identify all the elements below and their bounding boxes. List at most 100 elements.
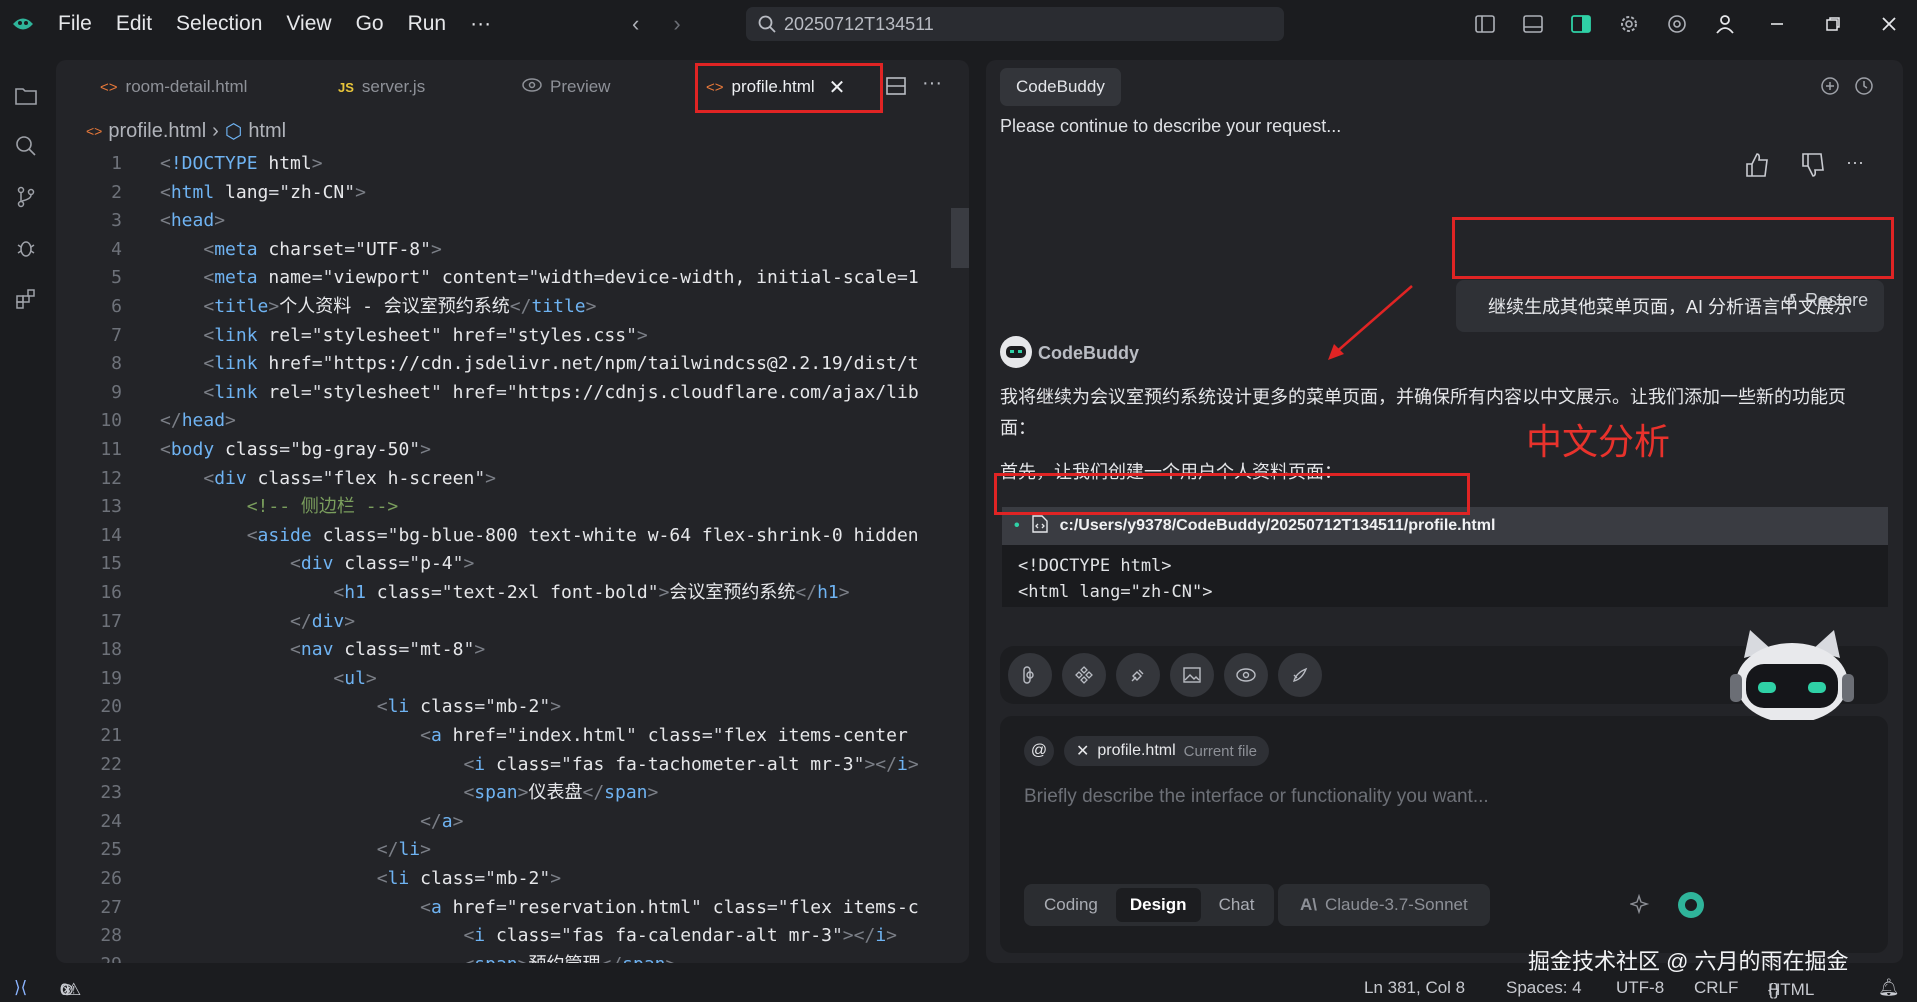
code-line: <a href="index.html" class="flex items-c… [420, 725, 908, 746]
code-line: <link href="https://cdn.jsdelivr.net/npm… [203, 353, 919, 375]
editor-area: <> room-detail.html JS server.js Preview… [56, 60, 969, 963]
language-label: HTML [1768, 980, 1815, 999]
remote-icon[interactable]: ⟩⟨ [14, 978, 27, 998]
line-number: 3 [111, 210, 122, 232]
preview-eye-icon[interactable] [1224, 653, 1268, 697]
new-chat-icon[interactable] [1820, 76, 1840, 99]
search-text: 20250712T134511 [784, 13, 934, 34]
code-line: <i class="fas fa-tachometer-alt mr-3"></… [463, 753, 919, 775]
code-line: <aside class="bg-blue-800 text-white w-6… [246, 524, 919, 546]
code-line: <li class="mb-2"> [376, 868, 562, 889]
tab-label: Preview [550, 77, 611, 96]
model-selector[interactable]: A\ Claude-3.7-Sonnet [1278, 884, 1490, 926]
menu-file[interactable]: File [46, 0, 104, 48]
send-button[interactable] [1678, 892, 1704, 918]
mode-chat[interactable]: Chat [1205, 888, 1269, 922]
line-number: 20 [100, 696, 122, 718]
line-number: 27 [100, 896, 122, 918]
tab-preview[interactable]: Preview [522, 60, 610, 114]
restore-button[interactable]: ↺ Restore [1782, 290, 1868, 311]
toggle-sidebar-icon[interactable] [1461, 14, 1509, 34]
chat-input[interactable]: Briefly describe the interface or functi… [1024, 786, 1489, 808]
menu-view[interactable]: View [274, 0, 343, 48]
code-line: <link rel="stylesheet" href="https://cdn… [203, 381, 919, 403]
search-view-icon[interactable] [15, 135, 37, 160]
menu-edit[interactable]: Edit [104, 0, 164, 48]
code-line: <h1 class="text-2xl font-bold">会议室预约系统</… [333, 582, 850, 603]
line-number: 10 [100, 410, 122, 432]
extensions-icon[interactable] [15, 288, 37, 313]
line-ending[interactable]: CRLF [1694, 978, 1738, 998]
breadcrumb-element[interactable]: html [248, 120, 286, 143]
split-editor-icon[interactable] [886, 76, 906, 99]
code-preview: <!DOCTYPE html> <html lang="zh-CN"> [1002, 545, 1888, 607]
thumbs-down-icon[interactable] [1800, 152, 1826, 181]
tab-server-js[interactable]: JS server.js [338, 60, 425, 114]
editor-scrollbar[interactable] [951, 208, 969, 268]
restore-window-icon[interactable] [1805, 16, 1861, 32]
mode-design[interactable]: Design [1115, 888, 1201, 922]
context-file-name: profile.html [1097, 742, 1176, 759]
encoding[interactable]: UTF-8 [1616, 978, 1664, 998]
tab-label: server.js [361, 77, 426, 96]
codebuddy-tab[interactable]: CodeBuddy [1000, 68, 1121, 106]
chevron-right-icon: › [212, 119, 219, 142]
code-line: <head> [160, 210, 226, 232]
breadcrumb-file[interactable]: profile.html [108, 120, 206, 143]
code-line: <a href="reservation.html" class="flex i… [420, 896, 919, 918]
history-icon[interactable] [1854, 76, 1874, 99]
menu-selection[interactable]: Selection [164, 0, 274, 48]
notifications-bell-icon[interactable]: 🔔︎ [1878, 978, 1900, 998]
line-number: 5 [111, 267, 122, 289]
menu-go[interactable]: Go [344, 0, 396, 48]
html-file-icon: <> [86, 123, 103, 139]
components-icon[interactable] [1062, 653, 1106, 697]
toggle-panel-icon[interactable] [1509, 14, 1557, 34]
explorer-icon[interactable] [15, 86, 37, 109]
bot-name: CodeBuddy [1038, 343, 1139, 363]
plug-icon[interactable] [1116, 653, 1160, 697]
chat-input-area: @ ✕ profile.html Current file Briefly de… [1000, 716, 1888, 953]
deploy-rocket-icon[interactable] [1278, 653, 1322, 697]
context-file-chip[interactable]: ✕ profile.html Current file [1064, 736, 1270, 766]
search-icon [758, 15, 776, 33]
send-icon [1685, 899, 1697, 911]
code-editor[interactable]: 1 <!DOCTYPE html> 2 <html lang="zh-CN"> 3 <he… [56, 148, 969, 963]
command-search[interactable]: 20250712T134511 [746, 7, 1284, 41]
browser-icon[interactable] [1653, 14, 1701, 34]
back-arrow-icon[interactable]: ‹ [632, 11, 639, 37]
remove-context-icon[interactable]: ✕ [1076, 741, 1089, 761]
warning-count: 0 [60, 980, 70, 999]
menu-run[interactable]: Run [396, 0, 459, 48]
close-window-icon[interactable] [1861, 16, 1917, 32]
thumbs-up-icon[interactable] [1744, 152, 1770, 181]
cursor-position[interactable]: Ln 381, Col 8 [1364, 978, 1465, 998]
forward-arrow-icon[interactable]: › [673, 11, 680, 37]
line-number: 12 [100, 467, 122, 489]
file-code-icon [1031, 514, 1048, 538]
account-icon[interactable] [1701, 14, 1749, 34]
menu-more[interactable]: ··· [458, 0, 503, 48]
figma-icon[interactable] [1008, 653, 1052, 697]
restore-label: Restore [1805, 290, 1869, 310]
more-icon[interactable]: ··· [1846, 152, 1864, 173]
mode-coding[interactable]: Coding [1030, 888, 1112, 922]
anthropic-icon: A\ [1300, 895, 1317, 914]
code-line: </div> [290, 610, 356, 632]
code-line: <!DOCTYPE html> [160, 153, 323, 174]
settings-gear-icon[interactable] [1605, 14, 1653, 34]
mention-button[interactable]: @ [1024, 736, 1054, 766]
code-line: <ul> [333, 667, 377, 689]
source-control-icon[interactable] [15, 186, 37, 211]
tab-room-detail[interactable]: <> room-detail.html [100, 60, 247, 114]
more-actions-icon[interactable]: ··· [922, 72, 942, 95]
line-number: 15 [100, 553, 122, 575]
enhance-sparkle-icon[interactable] [1628, 893, 1652, 919]
image-icon[interactable] [1170, 653, 1214, 697]
highlight-active-tab [695, 63, 883, 113]
toggle-secondary-sidebar-icon[interactable] [1557, 14, 1605, 34]
minimize-icon[interactable] [1749, 16, 1805, 32]
debug-icon[interactable] [15, 237, 37, 262]
indentation[interactable]: Spaces: 4 [1506, 978, 1582, 998]
menu-bar: File Edit Selection View Go Run ··· [46, 0, 503, 48]
